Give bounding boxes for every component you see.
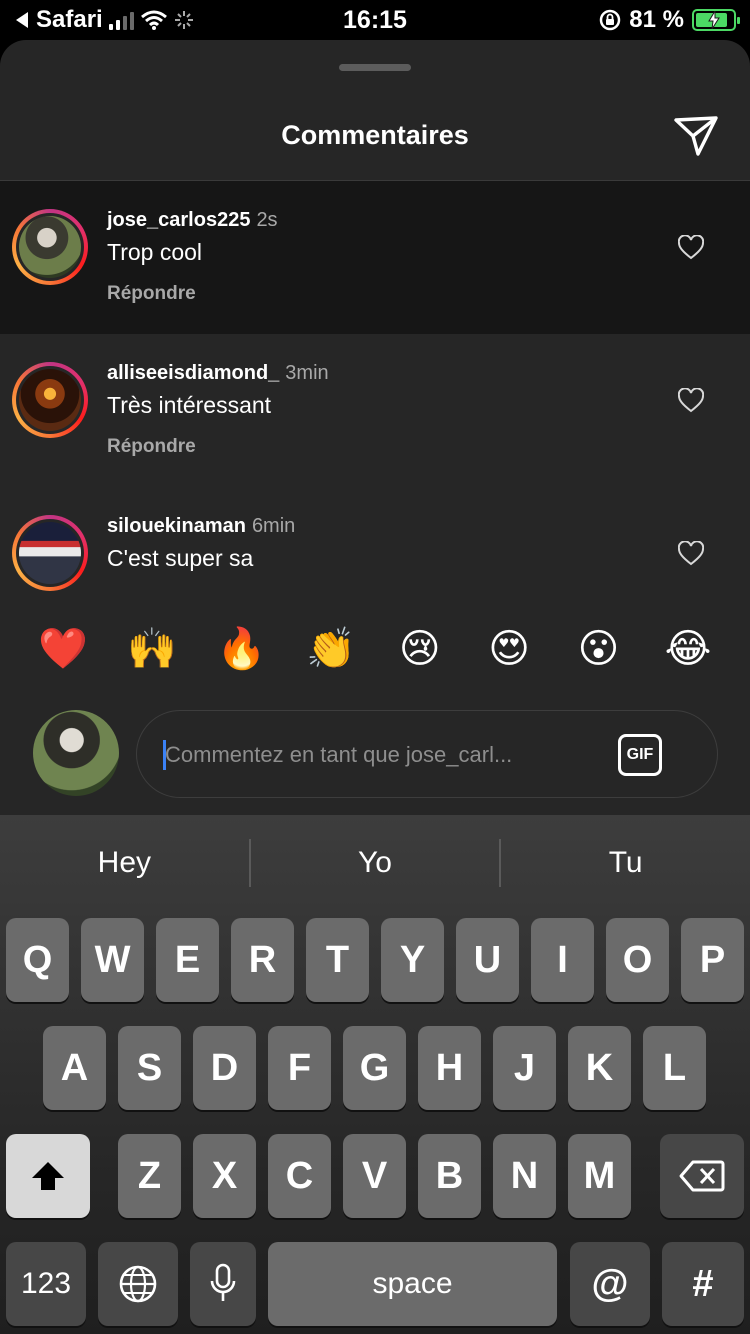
sheet-grabber[interactable] (339, 64, 411, 71)
key-d[interactable]: D (193, 1026, 256, 1110)
key-r[interactable]: R (231, 918, 294, 1002)
space-key[interactable]: space (268, 1242, 557, 1326)
suggestion-3[interactable]: Tu (501, 835, 750, 891)
status-right: 81 % (599, 6, 740, 34)
key-h[interactable]: H (418, 1026, 481, 1110)
emoji-fire-button[interactable]: 🔥 (217, 625, 267, 673)
emoji-laughing-button[interactable]: 😂 (664, 625, 712, 673)
emoji-heart-button[interactable]: ❤️ (38, 625, 88, 673)
comment-text: Trop cool (107, 239, 203, 265)
key-v[interactable]: V (343, 1134, 406, 1218)
suggestion-2[interactable]: Yo (251, 835, 500, 891)
shift-arrow-icon (32, 1162, 64, 1190)
emoji-surprised-button[interactable]: 😮 (575, 625, 623, 673)
sheet-title: Commentaires (281, 120, 469, 150)
comment-item: silouekinaman 6min C'est super sa (0, 487, 750, 594)
shift-key[interactable] (6, 1134, 90, 1218)
globe-key[interactable] (98, 1242, 178, 1326)
comment-avatar[interactable] (12, 362, 88, 438)
emoji-clap-button[interactable]: 👏 (306, 625, 356, 673)
key-i[interactable]: I (531, 918, 594, 1002)
comment-username[interactable]: jose_carlos225 (107, 209, 250, 231)
current-user-avatar (33, 710, 119, 796)
key-s[interactable]: S (118, 1026, 181, 1110)
suggestion-1[interactable]: Hey (0, 835, 249, 891)
comment-input[interactable]: Commentez en tant que jose_carl... GIF (136, 710, 718, 798)
like-heart-icon[interactable] (678, 388, 704, 414)
key-k[interactable]: K (568, 1026, 631, 1110)
hash-key[interactable]: # (662, 1242, 744, 1326)
backspace-icon (679, 1160, 725, 1192)
reply-button[interactable]: Répondre (107, 283, 196, 305)
key-x[interactable]: X (193, 1134, 256, 1218)
comment-time: 2s (256, 209, 278, 231)
comment-avatar[interactable] (12, 515, 88, 591)
comment-text: C'est super sa (107, 545, 254, 571)
battery-percent: 81 % (629, 6, 684, 33)
key-a[interactable]: A (43, 1026, 106, 1110)
comment-time: 6min (251, 515, 296, 537)
emoji-crying-button[interactable]: 😢 (396, 625, 444, 673)
key-o[interactable]: O (606, 918, 669, 1002)
key-u[interactable]: U (456, 918, 519, 1002)
key-y[interactable]: Y (381, 918, 444, 1002)
comment-username[interactable]: alliseeisdiamond_ (107, 362, 279, 384)
comment-avatar[interactable] (12, 209, 88, 285)
keyboard: Hey Yo Tu Q W E R T Y U I O P A S D F G … (0, 815, 750, 1334)
key-p[interactable]: P (681, 918, 744, 1002)
comments-sheet: Commentaires jose_carlos225 2s Trop cool … (0, 40, 750, 815)
status-bar: Safari 16:15 81 % (0, 0, 750, 40)
emoji-raised-hands-button[interactable]: 🙌 (127, 625, 177, 673)
key-w[interactable]: W (81, 918, 144, 1002)
comment-text: Très intéressant (107, 392, 272, 418)
reply-button[interactable]: Répondre (107, 436, 196, 458)
microphone-icon (210, 1263, 236, 1301)
gif-button[interactable]: GIF (618, 734, 662, 776)
key-m[interactable]: M (568, 1134, 631, 1218)
key-n[interactable]: N (493, 1134, 556, 1218)
key-e[interactable]: E (156, 918, 219, 1002)
key-c[interactable]: C (268, 1134, 331, 1218)
comment-input-placeholder: Commentez en tant que jose_carl... (165, 742, 513, 767)
key-z[interactable]: Z (118, 1134, 181, 1218)
key-f[interactable]: F (268, 1026, 331, 1110)
numbers-key[interactable]: 123 (6, 1242, 86, 1326)
dictation-key[interactable] (190, 1242, 256, 1326)
key-g[interactable]: G (343, 1026, 406, 1110)
delete-key[interactable] (660, 1134, 744, 1218)
key-t[interactable]: T (306, 918, 369, 1002)
orientation-lock-icon (600, 9, 621, 31)
emoji-heart-eyes-button[interactable]: 😍 (485, 625, 533, 673)
at-key[interactable]: @ (570, 1242, 650, 1326)
battery-charging-icon (692, 9, 740, 31)
comments-list[interactable]: jose_carlos225 2s Trop cool Répondre alli… (0, 181, 750, 594)
emoji-reaction-bar: ❤️ 🙌 🔥 👏 😢 😍 😮 😂 (0, 614, 750, 684)
globe-icon (119, 1265, 157, 1303)
like-heart-icon[interactable] (678, 541, 704, 567)
predictive-bar: Hey Yo Tu (0, 835, 750, 891)
comment-time: 3min (285, 362, 329, 384)
share-send-icon[interactable] (672, 112, 720, 160)
comment-item: alliseeisdiamond_ 3min Très intéressant R… (0, 334, 750, 487)
key-l[interactable]: L (643, 1026, 706, 1110)
comment-username[interactable]: silouekinaman (107, 515, 246, 537)
key-q[interactable]: Q (6, 918, 69, 1002)
comment-item: jose_carlos225 2s Trop cool Répondre (0, 181, 750, 334)
key-b[interactable]: B (418, 1134, 481, 1218)
like-heart-icon[interactable] (678, 235, 704, 261)
key-j[interactable]: J (493, 1026, 556, 1110)
